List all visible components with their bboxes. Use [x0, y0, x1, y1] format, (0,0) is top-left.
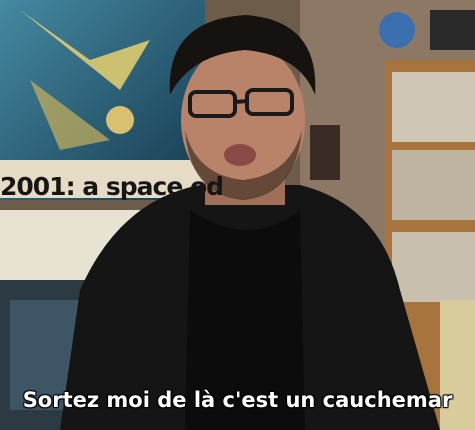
subtitle-caption: Sortez moi de là c'est un cauchemar: [22, 388, 453, 412]
video-frame: 2001: a space od Sortez moi de là c'est …: [0, 0, 475, 430]
space-odyssey-poster: [0, 0, 205, 200]
poster-title: 2001: a space od: [0, 172, 224, 201]
scene-illustration: [0, 0, 475, 430]
